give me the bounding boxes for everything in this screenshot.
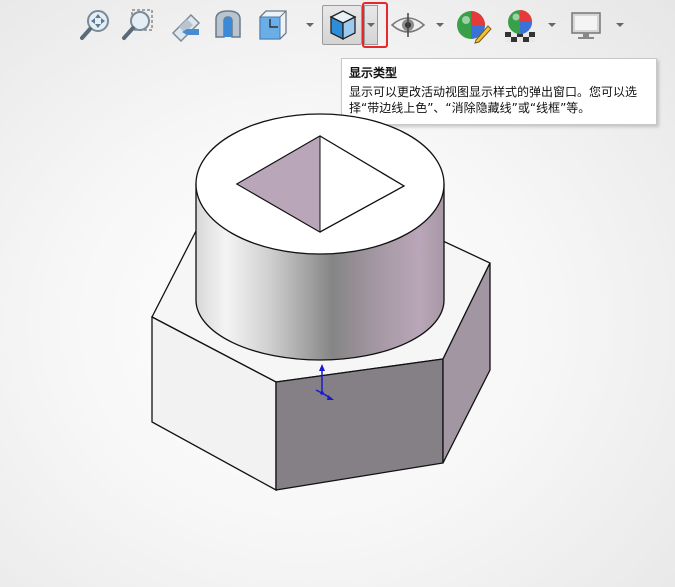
edit-appearance-icon bbox=[457, 11, 492, 44]
tooltip-title: 显示类型 bbox=[349, 66, 398, 80]
previous-view-icon bbox=[171, 13, 201, 43]
apply-scene-icon bbox=[505, 10, 535, 42]
view-orientation-button[interactable] bbox=[252, 5, 292, 45]
display-style-dropdown-highlight bbox=[362, 2, 388, 48]
display-style-icon bbox=[329, 10, 357, 41]
previous-view-button[interactable] bbox=[164, 5, 204, 45]
zoom-to-fit-button[interactable] bbox=[76, 5, 116, 45]
apply-scene-dropdown[interactable] bbox=[545, 5, 559, 45]
view-settings-dropdown[interactable] bbox=[613, 5, 627, 45]
view-toolbar bbox=[72, 2, 632, 48]
zoom-to-area-button[interactable] bbox=[118, 5, 158, 45]
apply-scene-button[interactable] bbox=[500, 5, 540, 45]
zoom-to-fit-icon bbox=[80, 10, 109, 40]
view-orientation-icon bbox=[259, 10, 287, 40]
nut-model bbox=[151, 113, 491, 492]
hide-show-items-button[interactable] bbox=[388, 5, 428, 45]
hide-show-items-dropdown[interactable] bbox=[433, 5, 447, 45]
eye-icon bbox=[390, 13, 426, 37]
section-view-button[interactable] bbox=[208, 5, 248, 45]
zoom-to-area-icon bbox=[122, 9, 153, 40]
hex-front-face bbox=[275, 358, 444, 491]
view-settings-button[interactable] bbox=[566, 5, 606, 45]
edit-appearance-button[interactable] bbox=[453, 5, 493, 45]
display-style-button[interactable] bbox=[322, 5, 362, 45]
model-viewport[interactable] bbox=[140, 110, 510, 510]
view-orientation-dropdown[interactable] bbox=[303, 5, 317, 45]
monitor-icon bbox=[571, 12, 601, 39]
section-view-icon bbox=[215, 10, 241, 38]
